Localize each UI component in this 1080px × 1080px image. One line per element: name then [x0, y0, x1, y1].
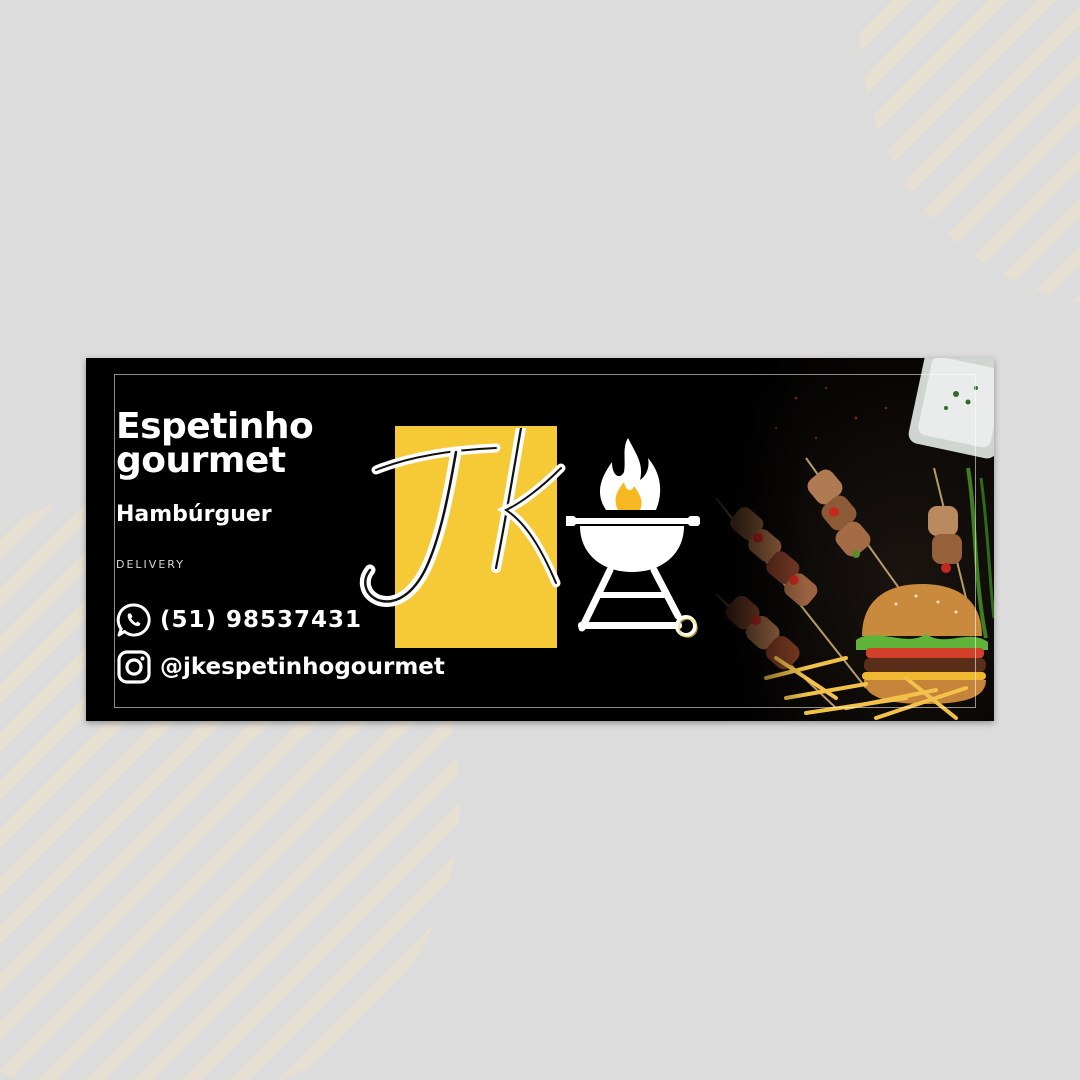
instagram-handle: @jkespetinhogourmet — [160, 654, 445, 680]
phone-number: (51) 98537431 — [160, 607, 363, 633]
brand-title-line1: Espetinho — [116, 406, 314, 447]
canvas: Espetinho gourmet Hambúrguer DELIVERY (5… — [0, 0, 1080, 1080]
phone-contact[interactable]: (51) 98537431 — [116, 602, 362, 638]
instagram-contact[interactable]: @jkespetinhogourmet — [116, 649, 445, 685]
brand-subtitle: Hambúrguer — [116, 502, 272, 527]
instagram-icon — [116, 649, 152, 685]
delivery-tagline: DELIVERY — [116, 558, 185, 571]
grill-flame-icon — [566, 438, 700, 638]
brand-title: Espetinho gourmet — [116, 406, 376, 481]
brand-title-line2: gourmet — [116, 440, 286, 481]
food-photo-skewers-burger-fries — [706, 358, 994, 721]
whatsapp-icon — [116, 602, 152, 638]
decorative-stripes-top-right — [860, 0, 1080, 310]
facebook-cover-banner: Espetinho gourmet Hambúrguer DELIVERY (5… — [86, 358, 994, 721]
jk-monogram-logo — [359, 428, 566, 607]
